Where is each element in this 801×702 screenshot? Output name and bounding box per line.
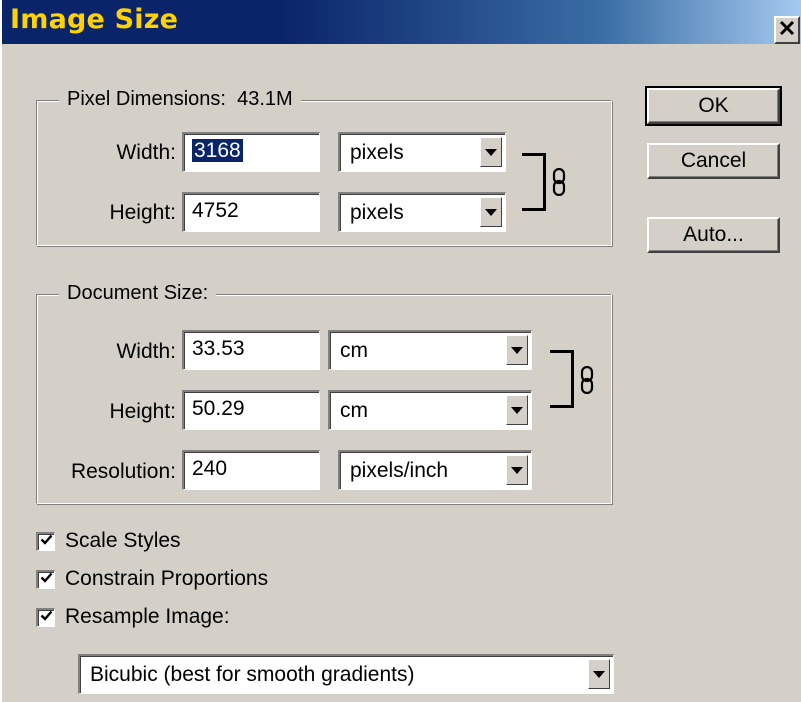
chevron-down-icon[interactable]	[506, 455, 528, 485]
dialog-title: Image Size	[10, 4, 179, 35]
resolution-input[interactable]: 240	[182, 450, 320, 490]
pixel-width-value: 3168	[192, 139, 243, 162]
pixel-width-unit-select[interactable]: pixels	[338, 132, 506, 172]
resample-image-checkbox[interactable]	[36, 607, 55, 627]
scale-styles-option[interactable]: Scale Styles	[36, 528, 181, 554]
cancel-button[interactable]: Cancel	[647, 143, 780, 179]
chevron-down-icon[interactable]	[588, 659, 610, 689]
image-size-dialog: Image Size Pixel Dimensions: 43.1M Width…	[0, 0, 801, 702]
pixel-height-unit-value: pixels	[350, 201, 404, 224]
scale-styles-label: Scale Styles	[65, 529, 181, 552]
ok-button[interactable]: OK	[645, 86, 782, 126]
pixel-width-input[interactable]: 3168	[182, 132, 320, 172]
pixel-dimensions-legend: Pixel Dimensions: 43.1M	[59, 88, 301, 111]
document-link-bracket	[550, 350, 574, 408]
constrain-proportions-label: Constrain Proportions	[65, 567, 269, 590]
resample-method-value: Bicubic (best for smooth gradients)	[90, 663, 415, 686]
constrain-proportions-option[interactable]: Constrain Proportions	[36, 566, 268, 592]
checkmark-icon	[40, 571, 53, 589]
pixel-width-unit-value: pixels	[350, 141, 404, 164]
close-icon	[779, 20, 795, 41]
document-height-unit-value: cm	[340, 399, 368, 422]
pixel-height-input[interactable]: 4752	[182, 192, 320, 232]
resolution-value: 240	[192, 457, 228, 480]
document-height-value: 50.29	[192, 397, 245, 420]
pixel-height-value: 4752	[192, 199, 239, 222]
resolution-unit-value: pixels/inch	[350, 459, 449, 482]
pixel-height-unit-select[interactable]: pixels	[338, 192, 506, 232]
document-size-legend: Document Size:	[59, 282, 217, 305]
resample-method-select[interactable]: Bicubic (best for smooth gradients)	[78, 654, 614, 694]
checkmark-icon	[40, 609, 53, 627]
pixel-height-label: Height:	[109, 201, 176, 224]
chevron-down-icon[interactable]	[506, 335, 528, 365]
chain-link-icon	[580, 365, 594, 399]
constrain-proportions-checkbox[interactable]	[36, 569, 55, 589]
document-width-unit-select[interactable]: cm	[328, 330, 532, 370]
title-bar[interactable]: Image Size	[2, 0, 801, 44]
chain-link-icon	[552, 167, 566, 201]
document-width-value: 33.53	[192, 337, 245, 360]
auto-button[interactable]: Auto...	[647, 217, 780, 253]
document-width-unit-value: cm	[340, 339, 368, 362]
document-width-label: Width:	[116, 340, 176, 363]
document-height-label: Height:	[109, 400, 176, 423]
chevron-down-icon[interactable]	[506, 395, 528, 425]
pixel-link-bracket	[522, 153, 546, 211]
pixel-dimensions-label: Pixel Dimensions:	[67, 88, 226, 110]
resolution-unit-select[interactable]: pixels/inch	[338, 450, 532, 490]
pixel-width-label: Width:	[116, 141, 176, 164]
chevron-down-icon[interactable]	[480, 137, 502, 167]
resolution-label: Resolution:	[70, 460, 176, 483]
close-button[interactable]	[774, 16, 800, 44]
resample-image-label: Resample Image:	[65, 605, 230, 628]
checkmark-icon	[40, 533, 53, 551]
document-width-input[interactable]: 33.53	[182, 330, 320, 370]
resample-image-option[interactable]: Resample Image:	[36, 604, 230, 630]
document-height-input[interactable]: 50.29	[182, 390, 320, 430]
scale-styles-checkbox[interactable]	[36, 531, 55, 551]
document-height-unit-select[interactable]: cm	[328, 390, 532, 430]
pixel-dimensions-size: 43.1M	[237, 88, 293, 110]
chevron-down-icon[interactable]	[480, 197, 502, 227]
